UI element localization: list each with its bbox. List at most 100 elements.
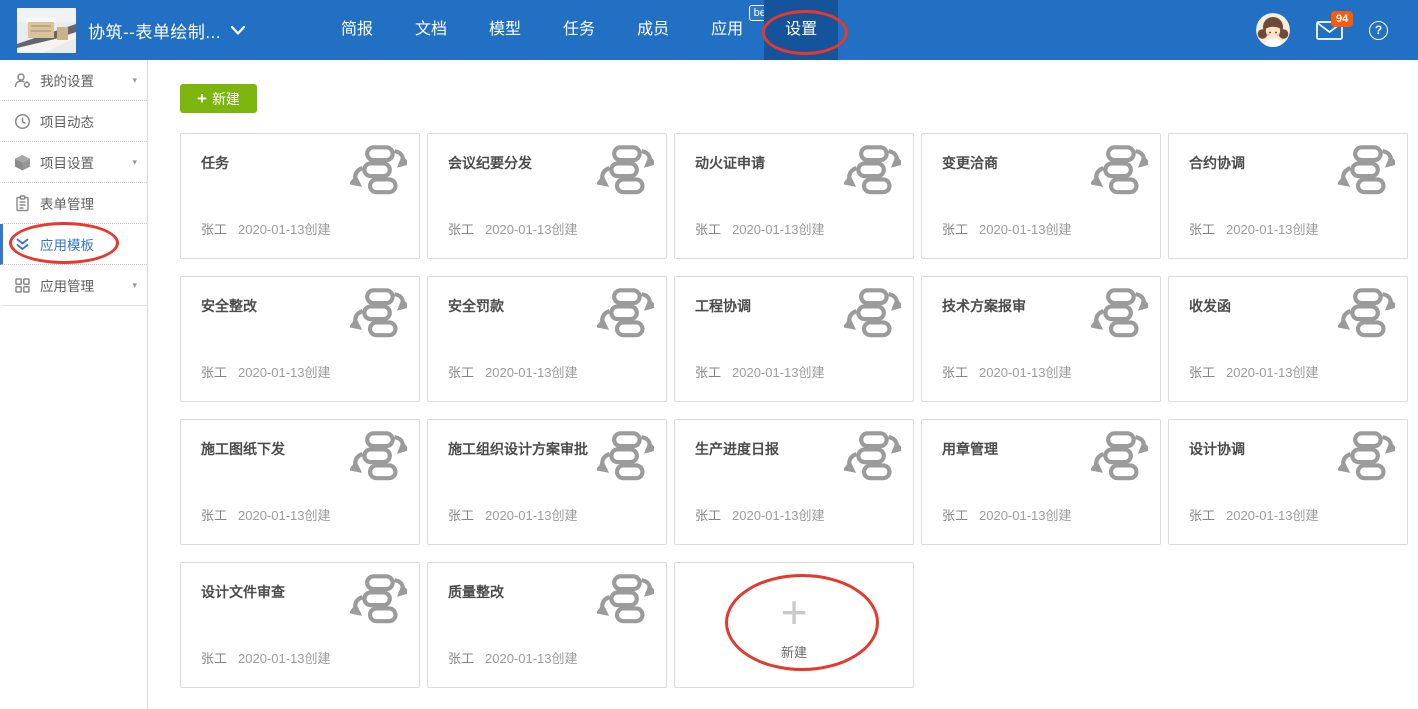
template-card[interactable]: 施工图纸下发 张工 2020-01-13创建 — [180, 419, 420, 545]
sidebar-item-app-management[interactable]: 应用管理 ▾ — [0, 265, 147, 306]
card-creator: 张工 — [1189, 508, 1215, 523]
card-title: 施工图纸下发 — [201, 439, 285, 459]
workflow-icon — [597, 145, 654, 195]
card-created-date: 2020-01-13创建 — [979, 365, 1072, 380]
workflow-icon — [350, 145, 407, 195]
template-card[interactable]: 动火证申请 张工 2020-01-13创建 — [674, 133, 914, 259]
card-meta: 张工 2020-01-13创建 — [695, 505, 825, 524]
tab-apps-label: 应用 — [711, 21, 743, 38]
card-created-date: 2020-01-13创建 — [485, 508, 578, 523]
template-card[interactable]: 工程协调 张工2020-01-13创建 — [674, 276, 914, 402]
chevron-down-icon — [231, 26, 245, 35]
template-card[interactable]: 技术方案报审 张工2020-01-13创建 — [921, 276, 1161, 402]
card-title: 动火证申请 — [695, 153, 765, 173]
help-button[interactable]: ? — [1369, 21, 1388, 40]
template-card[interactable]: 设计协调 张工2020-01-13创建 — [1168, 419, 1408, 545]
card-creator: 张工 — [1189, 222, 1215, 237]
sidebar-item-form-management[interactable]: 表单管理 — [0, 183, 147, 224]
card-meta: 张工2020-01-13创建 — [695, 362, 825, 381]
workflow-icon — [597, 431, 654, 481]
workflow-icon — [1091, 288, 1148, 338]
tab-tasks[interactable]: 任务 — [542, 0, 616, 60]
template-card[interactable]: 变更洽商 张工2020-01-13创建 — [921, 133, 1161, 259]
card-title: 工程协调 — [695, 296, 751, 316]
project-logo — [17, 8, 76, 53]
card-creator: 张工 — [448, 222, 474, 237]
sidebar-item-label: 项目动态 — [40, 111, 137, 131]
card-creator: 张工 — [942, 508, 968, 523]
sidebar-item-label: 我的设置 — [40, 70, 132, 90]
card-meta: 张工 2020-01-13创建 — [942, 505, 1072, 524]
form-icon — [14, 195, 31, 212]
card-creator: 张工 — [695, 222, 721, 237]
card-created-date: 2020-01-13创建 — [1226, 222, 1319, 237]
tab-briefing[interactable]: 简报 — [320, 0, 394, 60]
card-created-date: 2020-01-13创建 — [485, 365, 578, 380]
template-card[interactable]: 设计文件审查 张工2020-01-13创建 — [180, 562, 420, 688]
sidebar-item-label: 表单管理 — [40, 193, 137, 213]
card-creator: 张工 — [201, 508, 227, 523]
tab-model[interactable]: 模型 — [468, 0, 542, 60]
card-creator: 张工 — [448, 365, 474, 380]
card-meta: 张工2020-01-13创建 — [201, 362, 331, 381]
template-card[interactable]: 安全整改 张工2020-01-13创建 — [180, 276, 420, 402]
card-creator: 张工 — [201, 651, 227, 666]
card-created-date: 2020-01-13创建 — [979, 508, 1072, 523]
topbar-right: 94 ? — [1256, 13, 1388, 47]
messages-button[interactable]: 94 — [1316, 21, 1343, 40]
sidebar-item-project-settings[interactable]: 项目设置 ▾ — [0, 142, 147, 183]
sidebar: 我的设置 ▾ 项目动态 项目设置 ▾ 表单管理 — [0, 60, 148, 709]
template-card[interactable]: 合约协调 张工 2020-01-13创建 — [1168, 133, 1408, 259]
template-card[interactable]: 任务 张工2020-01-13创建 — [180, 133, 420, 259]
template-card-grid: 任务 张工2020-01-13创建 — [180, 133, 1418, 688]
card-title: 技术方案报审 — [942, 296, 1026, 316]
workflow-icon — [1338, 145, 1395, 195]
workflow-icon — [350, 431, 407, 481]
tab-documents[interactable]: 文档 — [394, 0, 468, 60]
workflow-icon — [844, 431, 901, 481]
template-card[interactable]: 用章管理 张工2020-01-13创建 — [921, 419, 1161, 545]
new-template-button[interactable]: + 新建 — [180, 84, 257, 113]
new-button-label: 新建 — [212, 89, 240, 109]
card-created-date: 2020-01-13创建 — [732, 508, 825, 523]
template-card[interactable]: 质量整改 张工2020-01-13创建 — [427, 562, 667, 688]
user-settings-icon — [14, 72, 31, 89]
workflow-icon — [1338, 288, 1395, 338]
card-title: 合约协调 — [1189, 153, 1245, 173]
project-switcher[interactable]: 协筑--表单绘制... — [88, 18, 245, 43]
sidebar-item-project-activity[interactable]: 项目动态 — [0, 101, 147, 142]
card-meta: 张工2020-01-13创建 — [448, 505, 578, 524]
card-creator: 张工 — [695, 508, 721, 523]
template-card[interactable]: 施工组织设计方案审批 张工2020-01-13创建 — [427, 419, 667, 545]
user-avatar[interactable] — [1256, 13, 1290, 47]
card-meta: 张工2020-01-13创建 — [201, 648, 331, 667]
card-creator: 张工 — [1189, 365, 1215, 380]
sidebar-item-app-templates[interactable]: 应用模板 — [0, 224, 147, 265]
card-title: 施工组织设计方案审批 — [448, 439, 588, 459]
card-created-date: 2020-01-13创建 — [732, 222, 825, 237]
card-title: 安全罚款 — [448, 296, 504, 316]
card-created-date: 2020-01-13创建 — [1226, 365, 1319, 380]
template-card[interactable]: 生产进度日报 张工2020-01-13创建 — [674, 419, 914, 545]
new-template-card[interactable]: + 新建 — [674, 562, 914, 688]
plus-icon: + — [781, 590, 808, 634]
template-card[interactable]: 收发函 张工2020-01-13创建 — [1168, 276, 1408, 402]
tab-apps[interactable]: 应用 beta — [690, 0, 764, 60]
tab-members[interactable]: 成员 — [616, 0, 690, 60]
card-created-date: 2020-01-13创建 — [979, 222, 1072, 237]
sidebar-item-my-settings[interactable]: 我的设置 ▾ — [0, 60, 147, 101]
card-creator: 张工 — [942, 222, 968, 237]
workflow-icon — [350, 288, 407, 338]
topbar: 协筑--表单绘制... 简报 文档 模型 任务 成员 应用 beta 设置 — [0, 0, 1418, 60]
workflow-icon — [350, 574, 407, 624]
sidebar-item-label: 项目设置 — [40, 152, 132, 172]
help-icon: ? — [1375, 23, 1382, 37]
workflow-icon — [1338, 431, 1395, 481]
template-card[interactable]: 安全罚款 张工 2020-01-13创建 — [427, 276, 667, 402]
template-card[interactable]: 会议纪要分发 张工2020-01-13创建 — [427, 133, 667, 259]
card-created-date: 2020-01-13创建 — [238, 508, 331, 523]
tab-settings[interactable]: 设置 — [764, 0, 838, 60]
project-title: 协筑--表单绘制... — [88, 18, 221, 43]
card-creator: 张工 — [201, 222, 227, 237]
workflow-icon — [844, 288, 901, 338]
